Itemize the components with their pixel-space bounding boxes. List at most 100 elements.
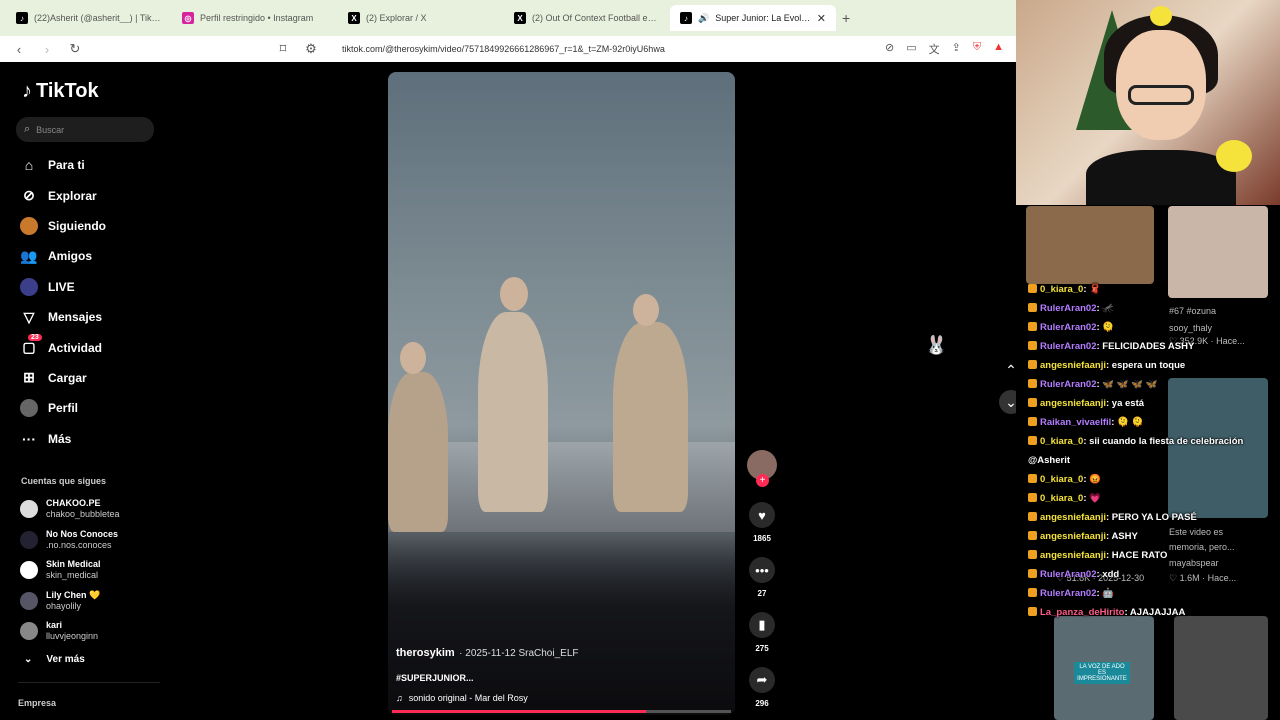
tab-asherit-tiktok[interactable]: ♪ (22)Asherit (@asherit__) | TikTok bbox=[6, 5, 172, 31]
chat-username: angesniefaanji bbox=[1040, 360, 1106, 371]
chat-badge-icon bbox=[1028, 569, 1037, 578]
url-field[interactable]: tiktok.com/@therosykim/video/75718499266… bbox=[342, 44, 871, 54]
chat-badge-icon bbox=[1028, 303, 1037, 312]
follow-plus-icon[interactable]: + bbox=[756, 474, 769, 487]
video-figure bbox=[388, 372, 448, 532]
video-username[interactable]: therosykim bbox=[396, 647, 455, 659]
video-player[interactable]: therosykim · 2025-11-12 SraChoi_ELF #SUP… bbox=[388, 72, 735, 715]
chat-message: 0_kiara_0: 🧣 bbox=[1028, 280, 1276, 299]
nav-siguiendo[interactable]: Siguiendo bbox=[20, 211, 106, 241]
comment-action[interactable]: ••• 27 bbox=[746, 557, 778, 598]
account-handle: skin_medical bbox=[46, 570, 99, 581]
account-handle: lluvvjeonginn bbox=[46, 631, 99, 642]
heart-icon[interactable]: ♥ bbox=[749, 502, 775, 528]
account-name: Lily Chen 💛 bbox=[46, 589, 101, 600]
streamer-shirt bbox=[1086, 150, 1236, 205]
chat-message: RulerAran02: 🦟 bbox=[1028, 299, 1276, 318]
tiktok-logo[interactable]: ♪ TikTok bbox=[22, 80, 99, 103]
stream-chat: 0_kiara_0: 🧣 RulerAran02: 🦟 RulerAran02: 🫠… bbox=[1028, 280, 1276, 622]
chat-text: : 😡 bbox=[1083, 474, 1101, 485]
following-account[interactable]: Skin Medical skin_medical bbox=[20, 555, 120, 586]
inbox-icon: ▢ bbox=[22, 339, 36, 356]
send-icon: ▽ bbox=[23, 308, 35, 325]
nav-para-ti[interactable]: ⌂ Para ti bbox=[20, 150, 106, 180]
following-account[interactable]: CHAKOO.PE chakoo_bubbletea bbox=[20, 494, 120, 525]
chat-text: : ya está bbox=[1106, 398, 1145, 409]
chat-text: : ASHY bbox=[1106, 531, 1138, 542]
tracking-icon[interactable]: ⊘ bbox=[885, 41, 894, 57]
like-action[interactable]: ♥ 1865 bbox=[746, 502, 778, 543]
tiktok-icon: ♪ bbox=[16, 12, 28, 24]
close-tab-icon[interactable]: ✕ bbox=[817, 12, 826, 25]
cast-icon[interactable]: ▭ bbox=[906, 41, 916, 57]
video-hashtag[interactable]: #SUPERJUNIOR... bbox=[396, 673, 578, 683]
nav-label: Siguiendo bbox=[48, 218, 106, 233]
brave-shield-icon[interactable]: ⛨ bbox=[973, 41, 981, 57]
back-icon[interactable]: ‹ bbox=[12, 42, 26, 57]
chat-message: @Asherit bbox=[1028, 451, 1276, 470]
chat-message: 0_kiara_0: 😡 bbox=[1028, 470, 1276, 489]
bookmark-count: 275 bbox=[755, 644, 769, 653]
empresa-link[interactable]: Empresa bbox=[18, 698, 56, 708]
address-actions: ⊘ ▭ 文 ⇪ ⛨ ▲ bbox=[885, 41, 1004, 57]
search-box[interactable]: ⌕ Buscar bbox=[16, 117, 154, 142]
comment-icon[interactable]: ••• bbox=[749, 557, 775, 583]
chat-message: RulerAran02: 🦋 🦋 🦋 🦋 bbox=[1028, 375, 1276, 394]
nav-actividad[interactable]: ▢ 23 Actividad bbox=[20, 332, 106, 362]
duck-plush bbox=[1216, 140, 1252, 172]
rewards-icon[interactable]: ▲ bbox=[993, 41, 1004, 57]
main-nav: ⌂ Para ti ⊘ Explorar Siguiendo 👥 Amigos … bbox=[20, 150, 106, 454]
translate-icon[interactable]: 文 bbox=[929, 41, 940, 57]
forward-icon[interactable]: › bbox=[40, 42, 54, 57]
reload-icon[interactable]: ↻ bbox=[68, 41, 82, 57]
bookmark-icon[interactable]: ⌑ bbox=[276, 41, 290, 57]
nav-perfil[interactable]: Perfil bbox=[20, 393, 106, 423]
nav-explorar[interactable]: ⊘ Explorar bbox=[20, 180, 106, 210]
following-account[interactable]: kari lluvvjeonginn bbox=[20, 616, 120, 647]
nav-mas[interactable]: ··· Más bbox=[20, 424, 106, 454]
creator-avatar[interactable]: + bbox=[747, 450, 777, 487]
following-account[interactable]: No Nos Conoces .no.nos.conoces bbox=[20, 525, 120, 556]
music-note-icon: ♫ bbox=[396, 693, 403, 703]
video-figure bbox=[478, 312, 548, 512]
chat-badge-icon bbox=[1028, 474, 1037, 483]
nav-cargar[interactable]: ⊞ Cargar bbox=[20, 363, 106, 393]
new-tab-button[interactable]: + bbox=[842, 10, 850, 26]
bookmark-icon[interactable]: ▮ bbox=[749, 612, 775, 638]
tab-bar: ♪ (22)Asherit (@asherit__) | TikTok ◎ Pe… bbox=[0, 0, 1016, 36]
following-account[interactable]: Lily Chen 💛 ohayolily bbox=[20, 586, 120, 617]
tab-x-football[interactable]: X (2) Out Of Context Football en X: "htt bbox=[504, 5, 670, 31]
tab-x-explore[interactable]: X (2) Explorar / X bbox=[338, 5, 504, 31]
chat-message: RulerAran02: 🤖 bbox=[1028, 584, 1276, 603]
nav-amigos[interactable]: 👥 Amigos bbox=[20, 241, 106, 271]
share-icon[interactable]: ➦ bbox=[749, 667, 775, 693]
tab-instagram[interactable]: ◎ Perfil restringido • Instagram bbox=[172, 5, 338, 31]
bookmark-action[interactable]: ▮ 275 bbox=[746, 612, 778, 653]
chat-text: @Asherit bbox=[1028, 455, 1070, 466]
like-count: 1865 bbox=[753, 534, 771, 543]
chat-text: : 💗 bbox=[1083, 493, 1101, 504]
avatar bbox=[20, 561, 38, 580]
account-name: Skin Medical bbox=[46, 559, 101, 570]
nav-live[interactable]: LIVE bbox=[20, 272, 106, 302]
nav-label: Amigos bbox=[48, 249, 93, 264]
x-icon: X bbox=[348, 12, 360, 24]
tab-label: Perfil restringido • Instagram bbox=[200, 13, 314, 23]
tab-super-junior[interactable]: ♪ 🔊 Super Junior: La Evolución de ✕ bbox=[670, 5, 836, 31]
share-action[interactable]: ➦ 296 bbox=[746, 667, 778, 708]
video-sound[interactable]: ♫ sonido original - Mar del Rosy bbox=[396, 693, 578, 703]
chat-message: 0_kiara_0: 💗 bbox=[1028, 489, 1276, 508]
share-page-icon[interactable]: ⇪ bbox=[952, 41, 961, 57]
chat-username: 0_kiara_0 bbox=[1040, 436, 1084, 447]
video-figure bbox=[613, 322, 688, 512]
chat-badge-icon bbox=[1028, 417, 1037, 426]
ver-mas-button[interactable]: ⌄ Ver más bbox=[24, 654, 85, 665]
site-settings-icon[interactable]: ⚙ bbox=[304, 41, 318, 57]
chevron-down-icon: ⌄ bbox=[24, 654, 33, 665]
instagram-icon: ◎ bbox=[182, 12, 194, 24]
chat-message: Raikan_vivaelfil: 🫠 🫠 bbox=[1028, 413, 1276, 432]
chat-badge-icon bbox=[1028, 341, 1037, 350]
nav-mensajes[interactable]: ▽ Mensajes bbox=[20, 302, 106, 332]
search-input[interactable]: Buscar bbox=[36, 125, 64, 135]
video-progress[interactable] bbox=[392, 710, 731, 713]
